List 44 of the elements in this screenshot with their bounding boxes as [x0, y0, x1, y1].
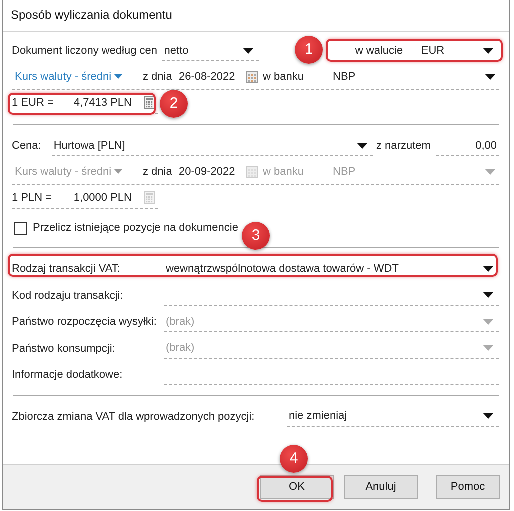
field-label: Cena: — [12, 140, 42, 152]
field-label: z narzutem — [376, 140, 432, 152]
field-label: w banku — [263, 166, 305, 178]
field-label: w walucie — [355, 45, 404, 57]
field-label: z dnia — [143, 166, 174, 178]
currency-dropdown[interactable]: EUR — [419, 41, 499, 61]
caret-icon[interactable] — [483, 266, 494, 272]
dialog-button[interactable]: Pomoc — [436, 475, 500, 499]
field-label: w banku — [263, 70, 305, 82]
field-label: Państwo konsumpcji: — [12, 342, 116, 355]
window-title: Sposób wyliczania dokumentu — [3, 0, 509, 32]
checkbox[interactable] — [14, 222, 27, 234]
field-label: Rodzaj transakcji VAT: — [12, 263, 122, 276]
caret-icon[interactable] — [356, 142, 368, 148]
bank-name: NBP — [333, 166, 357, 178]
price-type-dropdown[interactable]: netto — [162, 41, 260, 61]
markup-field[interactable]: 0,00 — [436, 136, 499, 156]
date-field: 20-09-2022 — [179, 166, 246, 178]
caret-icon[interactable] — [243, 48, 254, 54]
field-label: Zbiorcza zmiana VAT dla wprowadzonych pozycji: — [12, 410, 256, 422]
field-label: Informacje dodatkowe: — [12, 369, 124, 382]
dropdown-field: (brak) — [164, 312, 499, 332]
field-label: Dokument liczony według cen — [12, 45, 159, 57]
exchange-rate-field[interactable]: 1 EUR = 4,7413 PLN — [12, 92, 158, 114]
date-field[interactable]: 26-08-2022 — [179, 70, 246, 82]
field-label: Kod rodzaju transakcji: — [12, 290, 124, 302]
field-label: Państwo rozpoczęcia wysyłki: — [12, 316, 158, 328]
field-label: z dnia — [143, 70, 174, 82]
checkbox-label: Przelicz istniejące pozycje na dokumencie — [33, 222, 238, 234]
caret-icon[interactable] — [483, 413, 494, 419]
caret-icon[interactable] — [483, 48, 494, 54]
exchange-rate-field: 1 PLN = 1,0000 PLN — [12, 188, 158, 208]
dialog-button[interactable]: Anuluj — [344, 475, 418, 499]
calendar-icon[interactable] — [246, 70, 258, 82]
bank-name[interactable]: NBP — [333, 70, 485, 82]
vat-change-dropdown[interactable]: nie zmieniaj — [287, 406, 499, 426]
caret-icon[interactable] — [485, 74, 496, 80]
dialog-button[interactable]: OK — [260, 475, 334, 499]
dropdown-field: (brak) — [164, 338, 499, 359]
rate-type-link[interactable]: Kurs waluty - średni — [15, 70, 143, 82]
calculator-icon[interactable] — [144, 96, 155, 109]
price-dropdown[interactable]: Hurtowa [PLN] — [52, 136, 372, 156]
dropdown-field[interactable]: wewnątrzwspólnotowa dostawa towarów - WDT — [164, 259, 499, 280]
caret-icon[interactable] — [483, 292, 494, 298]
